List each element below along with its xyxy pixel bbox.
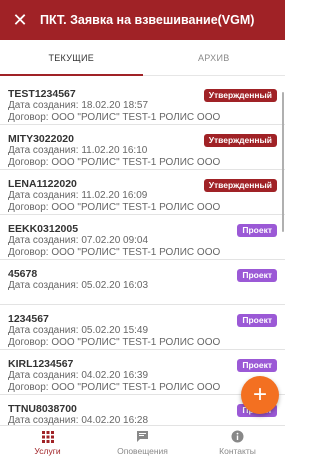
list-item[interactable]: EEKK0312005 Дата создания: 07.02.20 09:0… xyxy=(0,215,285,260)
tab-current[interactable]: ТЕКУЩИЕ xyxy=(0,40,143,76)
status-badge: Проект xyxy=(237,269,277,282)
list-item[interactable]: TEST1234567 Дата создания: 18.02.20 18:5… xyxy=(0,80,285,125)
app-bar: ✕ ПКТ. Заявка на взвешивание(VGM) xyxy=(0,0,285,40)
item-date: Дата создания: 05.02.20 16:03 xyxy=(8,280,149,291)
message-icon xyxy=(136,430,149,444)
grid-icon xyxy=(41,430,54,444)
list-item[interactable]: 45678 Дата создания: 05.02.20 16:03 Прое… xyxy=(0,260,285,305)
item-contract: Договор: ООО "РОЛИС" TEST-1 РОЛИС ООО xyxy=(8,112,221,123)
tab-archive[interactable]: АРХИВ xyxy=(143,40,286,75)
status-badge: Утвержденный xyxy=(203,89,277,102)
plus-icon: + xyxy=(252,381,267,408)
add-request-button[interactable]: + xyxy=(241,376,279,414)
item-contract: Договор: ООО "РОЛИС" TEST-1 РОЛИС ООО xyxy=(8,382,221,393)
request-list: TEST1234567 Дата создания: 18.02.20 18:5… xyxy=(0,80,285,425)
nav-contacts-label: Контакты xyxy=(219,445,256,456)
item-contract: Договор: ООО "РОЛИС" TEST-1 РОЛИС ООО xyxy=(8,247,221,258)
list-item[interactable]: 1234567 Дата создания: 05.02.20 15:49 До… xyxy=(0,305,285,350)
status-badge: Утвержденный xyxy=(203,134,277,147)
list-scrollbar[interactable] xyxy=(282,92,284,232)
item-date: Дата создания: 07.02.20 09:04 xyxy=(8,235,149,246)
nav-services-label: Услуги xyxy=(34,445,61,456)
nav-notifications-label: Оповещения xyxy=(117,445,168,456)
tab-bar: ТЕКУЩИЕ АРХИВ xyxy=(0,40,285,76)
info-icon xyxy=(231,430,244,444)
status-badge: Проект xyxy=(237,224,277,237)
nav-notifications[interactable]: Оповещения xyxy=(95,426,190,459)
list-item[interactable]: LENA1122020 Дата создания: 11.02.20 16:0… xyxy=(0,170,285,215)
item-contract: Договор: ООО "РОЛИС" TEST-1 РОЛИС ООО xyxy=(8,157,221,168)
status-badge: Проект xyxy=(237,314,277,327)
close-icon[interactable]: ✕ xyxy=(0,0,40,40)
bottom-navigation: Услуги Оповещения Контакты xyxy=(0,425,285,459)
nav-contacts[interactable]: Контакты xyxy=(190,426,285,459)
page-title: ПКТ. Заявка на взвешивание(VGM) xyxy=(40,13,255,27)
item-contract: Договор: ООО "РОЛИС" TEST-1 РОЛИС ООО xyxy=(8,337,221,348)
nav-services[interactable]: Услуги xyxy=(0,426,95,459)
item-date: Дата создания: 05.02.20 15:49 xyxy=(8,325,149,336)
list-item[interactable]: MITY3022020 Дата создания: 11.02.20 16:1… xyxy=(0,125,285,170)
status-badge: Утвержденный xyxy=(203,179,277,192)
item-date: Дата создания: 04.02.20 16:39 xyxy=(8,370,149,381)
item-date: Дата создания: 04.02.20 16:28 xyxy=(8,415,149,425)
item-contract: Договор: ООО "РОЛИС" TEST-1 РОЛИС ООО xyxy=(8,202,221,213)
status-badge: Проект xyxy=(237,359,277,372)
